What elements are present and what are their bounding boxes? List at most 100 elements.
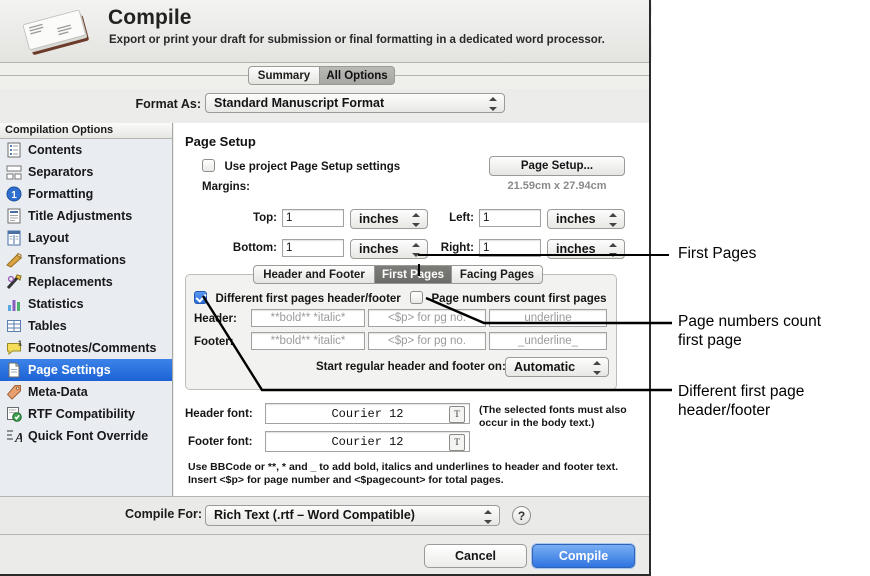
sidebar-item-title-adjustments[interactable]: Title Adjustments [0, 205, 172, 227]
sidebar-item-replacements[interactable]: Replacements [0, 271, 172, 293]
sidebar-list[interactable]: Contents Separators 1 Formatting Title Adjus… [0, 139, 172, 496]
margin-bottom-unit-dropdown[interactable]: inches [350, 239, 428, 259]
compile-dialog: Compile Export or print your draft for s… [0, 0, 651, 576]
callout-page-numbers: Page numbers count first page [678, 313, 822, 349]
header-font-picker-icon[interactable]: T [449, 406, 465, 423]
page-subtitle: Export or print your draft for submissio… [109, 34, 605, 46]
use-project-label: Use project Page Setup settings [224, 161, 401, 173]
chevron-updown-icon [609, 213, 618, 227]
margin-top-input[interactable]: 1 [282, 209, 344, 227]
footer-font-label: Footer font: [188, 436, 253, 448]
chevron-updown-icon [484, 510, 493, 524]
callout-different-first: Different first page header/footer [678, 383, 805, 419]
sidebar-item-label: Tables [28, 319, 67, 333]
compile-for-bar: Compile For: Rich Text (.rtf – Word Comp… [0, 496, 649, 535]
sidebar-item-label: Transformations [28, 253, 126, 267]
svg-text:1: 1 [11, 190, 17, 201]
sidebar-item-meta-data[interactable]: Meta-Data [0, 381, 172, 403]
sidebar-item-label: Formatting [28, 187, 94, 201]
format-as-label: Format As: [135, 97, 201, 111]
compile-for-value: Rich Text (.rtf – Word Compatible) [214, 508, 415, 522]
sidebar-item-tables[interactable]: Tables [0, 315, 172, 337]
dialog-header: Compile Export or print your draft for s… [0, 0, 649, 62]
leader-line-different-first [201, 295, 672, 392]
sidebar-item-label: Quick Font Override [28, 429, 149, 443]
comment-bubble-icon: 1 [7, 341, 22, 356]
sidebar-item-label: Layout [28, 231, 69, 245]
callout-first-pages: First Pages [678, 245, 757, 262]
svg-text:A: A [14, 431, 22, 444]
cancel-button[interactable]: Cancel [424, 544, 527, 568]
top-tab-bar: Summary All Options [0, 63, 649, 89]
title-document-icon [7, 208, 21, 224]
compile-for-dropdown[interactable]: Rich Text (.rtf – Word Compatible) [205, 505, 500, 526]
use-project-checkbox[interactable] [202, 159, 215, 172]
page-icon [8, 362, 20, 378]
numbered-circle-icon: 1 [6, 186, 22, 202]
sidebar-item-footnotes-comments[interactable]: 1 Footnotes/Comments [0, 337, 172, 359]
sidebar-item-statistics[interactable]: Statistics [0, 293, 172, 315]
sidebar-item-formatting[interactable]: 1 Formatting [0, 183, 172, 205]
bbcode-help-text: Use BBCode or **, * and _ to add bold, i… [188, 461, 618, 486]
sidebar-item-label: Statistics [28, 297, 84, 311]
sidebar-item-page-settings[interactable]: Page Settings [0, 359, 172, 381]
sidebar-item-contents[interactable]: Contents [0, 139, 172, 161]
margin-left-label: Left: [449, 212, 474, 224]
compilation-options-sidebar[interactable]: Compilation Options Contents Separators 1 F… [0, 123, 173, 496]
rtf-check-icon [7, 407, 22, 422]
layout-columns-icon [7, 230, 21, 246]
paper-size-text: 21.59cm x 27.94cm [507, 180, 607, 192]
format-as-value: Standard Manuscript Format [214, 96, 385, 110]
compile-for-label: Compile For: [125, 507, 203, 521]
sidebar-item-label: Contents [28, 143, 83, 157]
tab-header-and-footer[interactable]: Header and Footer [253, 265, 375, 284]
sidebar-item-label: Replacements [28, 275, 113, 289]
sidebar-item-quick-font-override[interactable]: A Quick Font Override [0, 425, 172, 447]
list-document-icon [7, 142, 21, 158]
format-as-dropdown[interactable]: Standard Manuscript Format [205, 93, 505, 113]
margin-top-unit-dropdown[interactable]: inches [350, 209, 428, 229]
sidebar-item-rtf-compatibility[interactable]: RTF Compatibility [0, 403, 172, 425]
margin-right-unit-dropdown[interactable]: inches [547, 239, 625, 259]
margin-left-input[interactable]: 1 [479, 209, 541, 227]
sidebar-item-label: Footnotes/Comments [28, 341, 157, 355]
leader-line-first-pages [418, 254, 669, 256]
use-project-checkbox-row[interactable]: Use project Page Setup settings [202, 157, 400, 175]
margin-left-unit-dropdown[interactable]: inches [547, 209, 625, 229]
sidebar-item-separators[interactable]: Separators [0, 161, 172, 183]
margin-top-unit-value: inches [359, 212, 399, 226]
sidebar-header: Compilation Options [0, 123, 172, 139]
compile-button[interactable]: Compile [532, 544, 635, 568]
svg-text:1: 1 [18, 341, 22, 348]
sidebar-item-label: Separators [28, 165, 94, 179]
tab-summary[interactable]: Summary [248, 66, 320, 85]
sidebar-item-label: RTF Compatibility [28, 407, 135, 421]
dialog-action-bar: Cancel Compile [0, 535, 649, 574]
tab-first-pages[interactable]: First Pages [374, 265, 452, 284]
footer-font-picker-icon[interactable]: T [449, 434, 465, 451]
chevron-updown-icon [489, 97, 498, 111]
sidebar-item-label: Meta-Data [28, 385, 88, 399]
margin-top-label: Top: [252, 212, 277, 224]
sidebar-item-label: Title Adjustments [28, 209, 133, 223]
margin-left-unit-value: inches [556, 212, 596, 226]
tab-facing-pages[interactable]: Facing Pages [451, 265, 543, 284]
sidebar-item-transformations[interactable]: Transformations [0, 249, 172, 271]
help-button[interactable]: ? [512, 506, 531, 525]
section-title: Page Setup [185, 134, 256, 149]
screenshot-root: Compile Export or print your draft for s… [0, 0, 870, 576]
header-font-field[interactable]: Courier 12 [265, 403, 470, 424]
bar-chart-icon [8, 300, 20, 311]
eraser-icon [6, 252, 22, 268]
margin-bottom-input[interactable]: 1 [282, 239, 344, 257]
margins-label: Margins: [202, 181, 250, 193]
tag-icon [6, 385, 21, 400]
header-font-label: Header font: [185, 408, 253, 420]
chevron-updown-icon [412, 213, 421, 227]
footer-font-field[interactable]: Courier 12 [265, 431, 470, 452]
pencil-wand-icon [6, 274, 22, 290]
tab-all-options[interactable]: All Options [319, 66, 395, 85]
sidebar-item-layout[interactable]: Layout [0, 227, 172, 249]
leader-line-first-pages-stub [418, 264, 420, 276]
page-setup-button[interactable]: Page Setup... [489, 156, 625, 176]
